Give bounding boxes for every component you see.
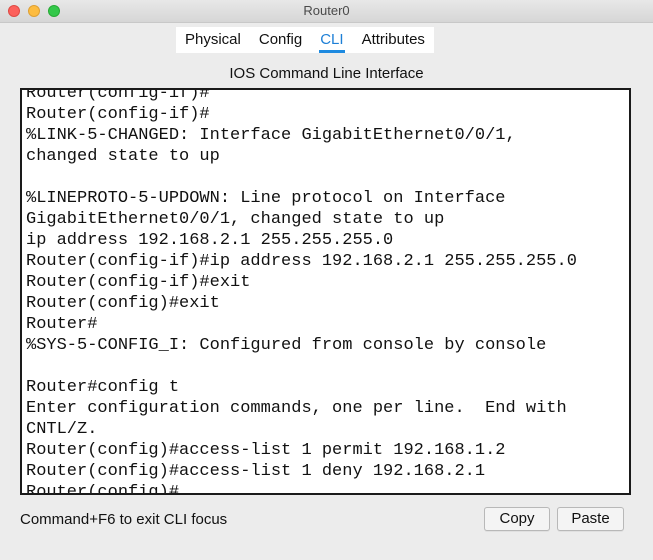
tab-bar: Physical Config CLI Attributes [176,27,434,53]
terminal-line: Router(config-if)#exit [26,273,251,292]
paste-button[interactable]: Paste [557,507,624,531]
cli-focus-hint: Command+F6 to exit CLI focus [20,511,228,528]
terminal-line: Router# [26,315,98,334]
window-title: Router0 [303,3,350,18]
tab-attributes[interactable]: Attributes [353,27,434,53]
tab-cli-label: CLI [320,31,344,48]
terminal-line: Enter configuration commands, one per li… [26,399,567,418]
terminal-line: changed state to up [26,147,220,166]
router-window: Router0 Physical Config CLI Attributes I… [0,0,653,560]
tab-attributes-label: Attributes [361,31,425,48]
terminal-line: Router(config)#access-list 1 permit 192.… [26,441,506,460]
tab-physical[interactable]: Physical [176,27,250,53]
copy-button[interactable]: Copy [484,507,550,531]
terminal-line: GigabitEthernet0/0/1, changed state to u… [26,210,445,229]
terminal-line: Router(config)# [26,483,180,495]
terminal-line: CNTL/Z. [26,420,98,439]
terminal-output: Router(config-if)# Router(config-if)# %L… [26,88,577,495]
cli-panel: IOS Command Line Interface Router(config… [10,55,643,555]
cli-terminal[interactable]: Router(config-if)# Router(config-if)# %L… [20,88,631,495]
active-tab-indicator [319,50,345,53]
terminal-line: Router(config)#access-list 1 deny 192.16… [26,462,486,481]
tab-cli[interactable]: CLI [311,27,352,53]
terminal-line: Router(config-if)# [26,88,210,103]
terminal-line: %SYS-5-CONFIG_I: Configured from console… [26,336,547,355]
terminal-line: Router(config-if)#ip address 192.168.2.1… [26,252,577,271]
terminal-line: Router#config t [26,378,180,397]
tab-config-label: Config [258,31,303,48]
title-bar[interactable]: Router0 [0,0,653,23]
tab-config[interactable]: Config [250,27,311,53]
terminal-line: %LINEPROTO-5-UPDOWN: Line protocol on In… [26,189,506,208]
tab-physical-label: Physical [185,31,241,48]
terminal-line: %LINK-5-CHANGED: Interface GigabitEthern… [26,126,516,145]
terminal-line: Router(config)#exit [26,294,220,313]
panel-title: IOS Command Line Interface [229,65,424,82]
terminal-line: ip address 192.168.2.1 255.255.255.0 [26,231,394,250]
terminal-line: Router(config-if)# [26,105,210,124]
